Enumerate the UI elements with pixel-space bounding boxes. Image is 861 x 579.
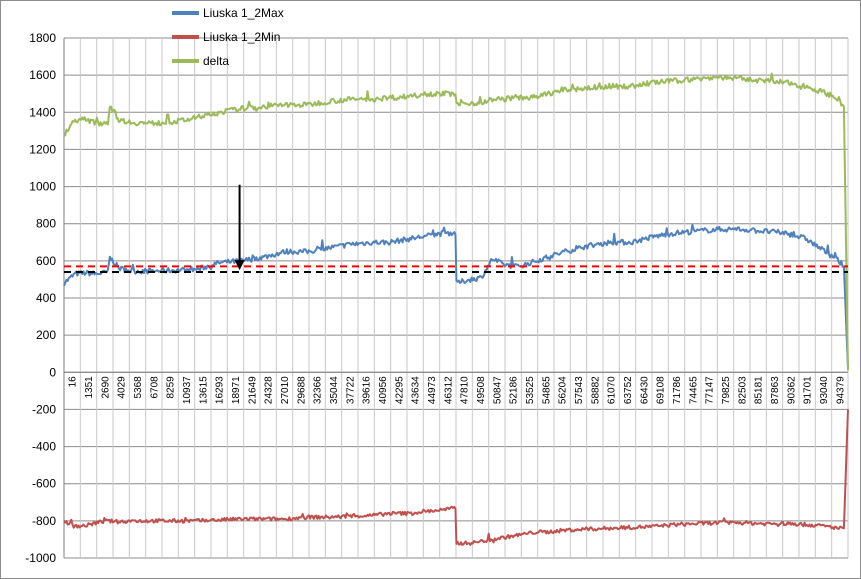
x-tick-label: 8259 [166,376,177,399]
x-tick-label: 1351 [84,376,95,399]
x-tick-label: 94379 [835,376,846,404]
x-tick-label: 2690 [100,376,111,399]
x-tick-label: 57543 [574,376,585,404]
x-tick-label: 10937 [182,376,193,404]
y-tick-label: 1600 [29,68,56,82]
y-tick-label: 0 [49,365,56,379]
x-tick-label: 4029 [117,376,128,399]
x-tick-label: 43634 [411,376,422,404]
x-tick-label: 79825 [721,376,732,404]
x-tick-label: 50847 [492,376,503,404]
chart-annotations [234,184,245,271]
y-tick-label: 1200 [29,142,56,156]
legend-label: Liuska 1_2Max [203,6,284,20]
x-tick-label: 5368 [133,376,144,399]
chart-grid [63,37,849,559]
x-tick-label: 77147 [705,376,716,404]
x-tick-label: 91701 [803,376,814,404]
x-tick-label: 39616 [362,376,373,404]
y-tick-label: -600 [32,477,56,491]
x-tick-label: 27010 [280,376,291,404]
x-tick-label: 24328 [264,376,275,404]
y-tick-label: 1000 [29,180,56,194]
line-chart: 1800 1600 1400 1200 1000 800 600 400 200 0 -200 -40… [25,6,849,565]
x-tick-label: 29688 [296,376,307,404]
x-tick-label: 54865 [541,376,552,404]
y-tick-label: 800 [36,217,56,231]
x-tick-label: 16 [68,376,79,388]
arrow-head [234,260,245,271]
x-tick-label: 6708 [149,376,160,399]
legend-label: Liuska 1_2Min [203,30,280,44]
x-tick-label: 66430 [639,376,650,404]
chart-legend: Liuska 1_2Max Liuska 1_2Mindelta [172,6,284,68]
x-tick-label: 87863 [770,376,781,404]
y-tick-label: -1000 [25,551,56,565]
x-tick-label: 16293 [215,376,226,404]
y-tick-label: 400 [36,291,56,305]
x-tick-label: 46312 [443,376,454,404]
x-tick-label: 71786 [672,376,683,404]
x-tick-label: 58882 [590,376,601,404]
x-tick-label: 21649 [247,376,258,404]
y-tick-label: 1800 [29,31,56,45]
x-tick-label: 74465 [688,376,699,404]
x-tick-label: 82503 [737,376,748,404]
x-tick-label: 53525 [525,376,536,404]
x-tick-label: 37722 [345,376,356,404]
x-tick-label: 44973 [427,376,438,404]
y-tick-label: -200 [32,402,56,416]
legend-label: delta [203,54,229,68]
x-tick-label: 40956 [378,376,389,404]
x-tick-label: 61070 [607,376,618,404]
x-tick-label: 32366 [313,376,324,404]
x-tick-label: 52186 [509,376,520,404]
y-tick-label: 1400 [29,105,56,119]
x-tick-label: 13615 [198,376,209,404]
x-tick-label: 63752 [623,376,634,404]
y-tick-label: -800 [32,514,56,528]
x-tick-label: 18971 [231,376,242,404]
x-tick-label: 35044 [329,376,340,404]
x-tick-label: 90362 [786,376,797,404]
x-tick-label: 49508 [476,376,487,404]
y-tick-label: 600 [36,254,56,268]
y-tick-label: -400 [32,440,56,454]
x-tick-label: 69108 [656,376,667,404]
x-tick-label: 56204 [558,376,569,404]
x-tick-label: 47810 [460,376,471,404]
x-tick-label: 85181 [754,376,765,404]
y-tick-label: 200 [36,328,56,342]
x-tick-label: 93040 [819,376,830,404]
x-tick-label: 42295 [394,376,405,404]
